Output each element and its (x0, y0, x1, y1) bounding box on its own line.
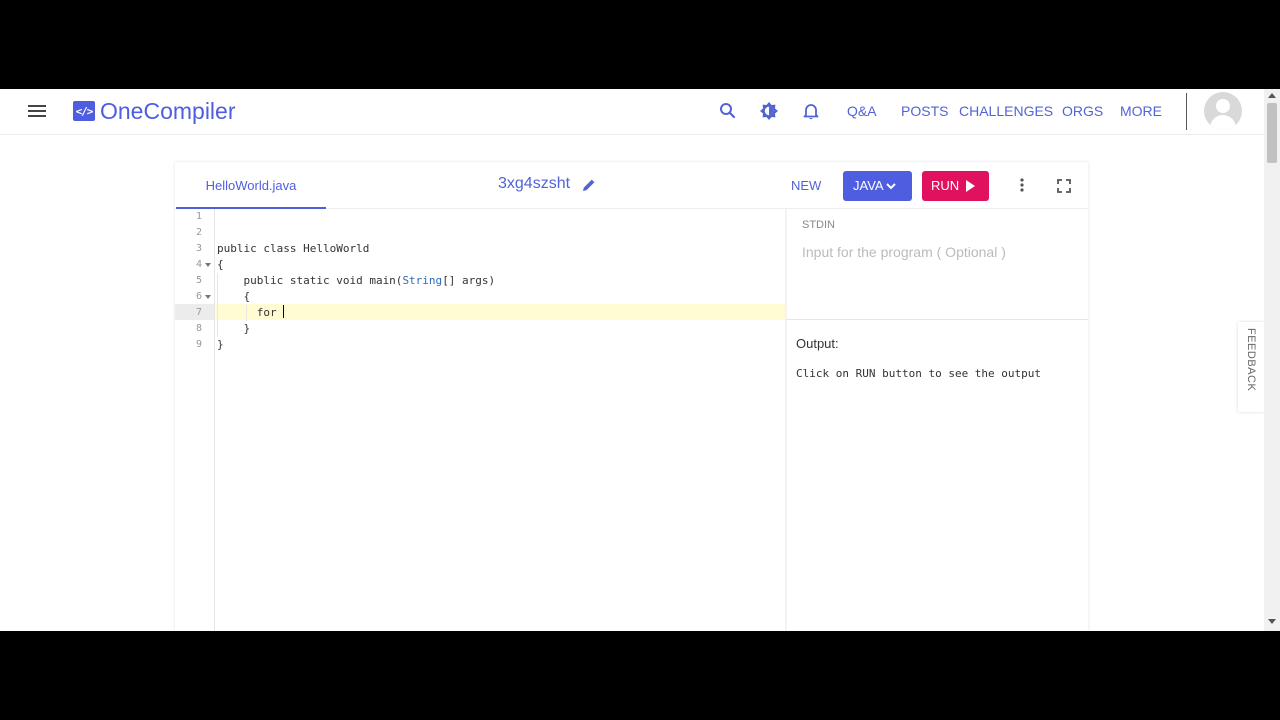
top-header: </> OneCompiler Q&A POSTS CHALLENGES ORG… (0, 89, 1264, 135)
code-token: public static void main( (217, 274, 403, 287)
page: </> OneCompiler Q&A POSTS CHALLENGES ORG… (0, 89, 1280, 631)
stdin-label: STDIN (802, 219, 835, 231)
line-number: 1 (195, 211, 202, 222)
code-line: } (217, 338, 224, 351)
bell-icon[interactable] (801, 101, 821, 121)
search-icon[interactable] (718, 101, 738, 121)
run-label: RUN (931, 178, 960, 193)
logo-text: OneCompiler (100, 97, 236, 124)
code-line: { (217, 290, 251, 303)
nav-qa[interactable]: Q&A (847, 103, 877, 119)
feedback-label: FEEDBACK (1245, 328, 1257, 392)
play-icon (966, 180, 975, 192)
line-number: 4 (195, 259, 202, 270)
edit-pencil-icon[interactable] (581, 177, 597, 193)
code-editor[interactable]: 1 2 3 4 5 6 7 8 9 public class HelloWorl… (175, 209, 785, 631)
language-label: JAVA (853, 178, 884, 193)
logo[interactable]: </> OneCompiler (73, 97, 236, 124)
nav-posts[interactable]: POSTS (901, 103, 948, 119)
hamburger-menu-icon[interactable] (28, 102, 46, 120)
page-scrollbar[interactable] (1264, 89, 1280, 631)
scroll-up-arrow-icon[interactable] (1268, 93, 1276, 98)
fold-arrow-icon[interactable] (205, 263, 211, 267)
code-line-active: for (217, 305, 285, 321)
line-number: 3 (195, 243, 202, 254)
fullscreen-icon[interactable] (1056, 178, 1072, 194)
project-name: 3xg4szsht (498, 175, 571, 192)
line-number: 9 (195, 339, 202, 350)
editor-card: HelloWorld.java 3xg4szsht NEW JAVA RUN 1… (175, 162, 1088, 631)
fold-arrow-icon[interactable] (205, 295, 211, 299)
editor-toolbar: HelloWorld.java 3xg4szsht NEW JAVA RUN (175, 162, 1088, 209)
nav-more[interactable]: MORE (1120, 103, 1162, 119)
line-number: 6 (195, 291, 202, 302)
code-line: { (217, 258, 224, 271)
code-line: } (217, 322, 251, 335)
nav-orgs[interactable]: ORGS (1062, 103, 1103, 119)
line-number: 7 (195, 307, 202, 318)
feedback-tab[interactable]: FEEDBACK (1238, 322, 1264, 412)
output-label: Output: (796, 336, 839, 351)
chevron-down-icon (886, 183, 896, 190)
scroll-down-arrow-icon[interactable] (1268, 619, 1276, 624)
stdin-panel: STDIN (787, 209, 1088, 320)
code-token: for (217, 306, 284, 319)
theme-toggle-icon[interactable] (759, 101, 779, 121)
io-panel: STDIN Output: Click on RUN button to see… (787, 209, 1088, 631)
more-options-icon[interactable] (1014, 177, 1030, 193)
language-select[interactable]: JAVA (843, 171, 912, 201)
line-number: 5 (195, 275, 202, 286)
code-type-token: String (402, 274, 443, 287)
scroll-thumb[interactable] (1267, 103, 1277, 163)
line-number: 2 (195, 227, 202, 238)
line-number: 8 (195, 323, 202, 334)
file-tab[interactable]: HelloWorld.java (176, 162, 326, 209)
code-line: public static void main(String[] args) (217, 273, 495, 289)
header-divider (1186, 93, 1187, 130)
code-token: [] args) (442, 274, 496, 287)
logo-mark: </> (73, 101, 95, 121)
nav-challenges[interactable]: CHALLENGES (959, 103, 1053, 119)
new-button[interactable]: NEW (791, 178, 821, 193)
output-text: Click on RUN button to see the output (796, 367, 1042, 380)
code-line: public class HelloWorld (217, 242, 370, 255)
user-avatar[interactable] (1204, 92, 1242, 130)
run-button[interactable]: RUN (922, 171, 989, 201)
text-cursor (283, 305, 285, 318)
stdin-input[interactable] (802, 240, 1077, 264)
